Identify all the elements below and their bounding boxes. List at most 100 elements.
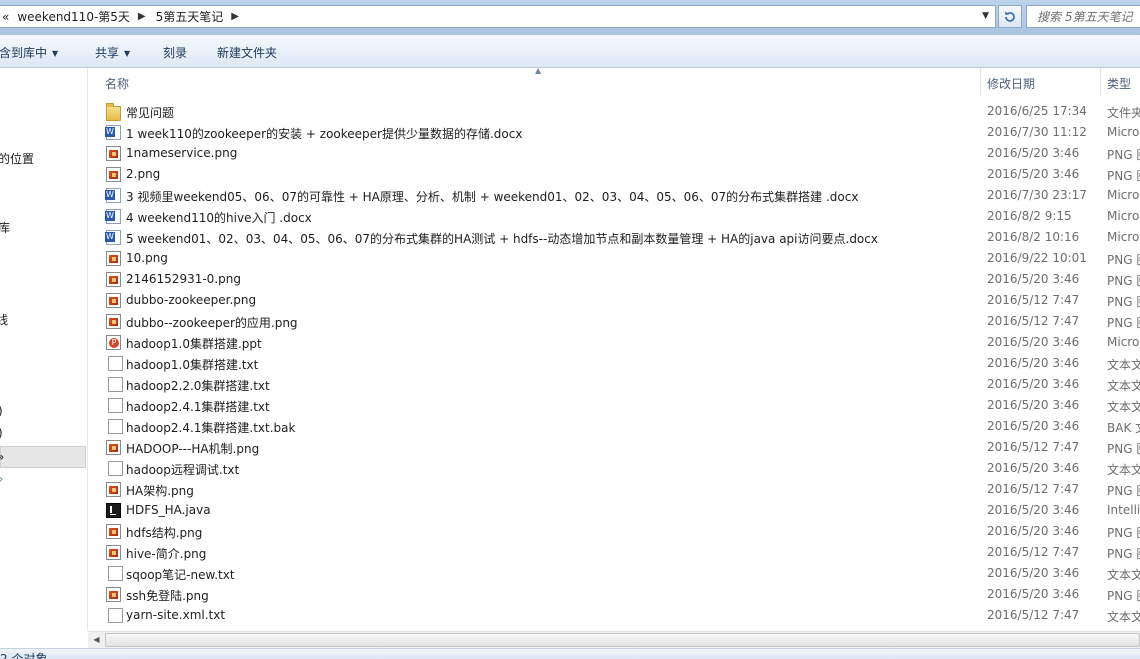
file-name: hdfs结构.png [126,526,203,540]
file-row[interactable]: ssh免登陆.png 2016/5/20 3:46 PNG 图 [88,584,1140,605]
file-type: Micro [1107,209,1140,223]
share-button[interactable]: 共享 ▼ [95,44,130,61]
folder-icon [106,103,121,121]
scroll-left-arrow-icon[interactable]: ◀ [90,634,103,646]
file-row[interactable]: 常见问题 2016/6/25 17:34 文件夹 [88,101,1140,122]
burn-button[interactable]: 刻录 [163,44,187,61]
breadcrumb-separator-icon[interactable]: ▶ [231,11,239,22]
include-in-library-button[interactable]: 包含到库中 ▼ [0,44,58,61]
file-name: 5 weekend01、02、03、04、05、06、07的分布式集群的HA测试… [126,232,878,246]
file-type: Micro [1107,125,1140,139]
file-row[interactable]: sqoop笔记-new.txt 2016/5/20 3:46 文本文 [88,563,1140,584]
file-row[interactable]: 1 week110的zookeeper的安装 + zookeeper提供少量数据… [88,122,1140,143]
file-name: 2146152931-0.png [126,272,241,286]
column-header-type[interactable]: 类型 [1107,75,1131,92]
file-row[interactable]: yarn-site.xml.txt 2016/5/12 7:47 文本文 [88,605,1140,626]
file-modified-date: 2016/5/12 7:47 [987,608,1080,622]
file-type: PNG 图 [1107,295,1140,309]
nav-item-network[interactable]: 线 [0,311,8,328]
file-row[interactable]: hdfs结构.png 2016/5/20 3:46 PNG 图 [88,521,1140,542]
refresh-button[interactable] [998,5,1022,28]
file-row[interactable]: 5 weekend01、02、03、04、05、06、07的分布式集群的HA测试… [88,227,1140,248]
file-row[interactable]: hadoop1.0集群搭建.ppt 2016/5/20 3:46 Micro [88,332,1140,353]
column-header-date[interactable]: 修改日期 [987,75,1035,92]
png-image-icon [106,272,121,287]
nav-overflow-chevron[interactable]: « [2,10,9,24]
column-divider[interactable] [980,68,981,96]
file-type: PNG 图 [1107,148,1140,162]
nav-item-drive-1[interactable]: ) [0,404,3,418]
word-doc-icon [105,188,121,203]
png-image-icon [106,293,121,308]
address-box[interactable]: « weekend110-第5天 ▶ 5第五天笔记 ▶ ▼ [0,5,996,28]
file-row[interactable]: 3 视频里weekend05、06、07的可靠性 + HA原理、分析、机制 + … [88,185,1140,206]
word-doc-icon [105,230,121,245]
file-row[interactable]: 1nameservice.png 2016/5/20 3:46 PNG 图 [88,143,1140,164]
file-type: Micro [1107,335,1140,349]
file-name: 常见问题 [126,106,175,120]
file-type: Micro [1107,230,1140,244]
file-modified-date: 2016/9/22 10:01 [987,251,1087,265]
search-input[interactable] [1037,7,1140,26]
file-modified-date: 2016/5/20 3:46 [987,566,1080,580]
png-image-icon [106,314,121,329]
command-toolbar: 包含到库中 ▼ 共享 ▼ 刻录 新建文件夹 [0,35,1140,68]
search-box[interactable] [1026,5,1140,28]
nav-item-drive-3[interactable]: » [0,450,4,464]
file-name: dubbo--zookeeper的应用.png [126,316,298,330]
address-dropdown-icon[interactable]: ▼ [982,11,989,21]
nav-item-drive-4[interactable]: » [0,472,3,486]
file-row[interactable]: hadoop2.4.1集群搭建.txt 2016/5/20 3:46 文本文 [88,395,1140,416]
file-row[interactable]: 2146152931-0.png 2016/5/20 3:46 PNG 图 [88,269,1140,290]
breadcrumb-notes-folder[interactable]: 5第五天笔记 [156,8,224,25]
breadcrumb-separator-icon[interactable]: ▶ [138,11,146,22]
file-name: hadoop2.4.1集群搭建.txt [126,400,270,414]
file-row[interactable]: hive-简介.png 2016/5/12 7:47 PNG 图 [88,542,1140,563]
file-row[interactable]: 4 weekend110的hive入门 .docx 2016/8/2 9:15 Mi… [88,206,1140,227]
file-row[interactable]: dubbo-zookeeper.png 2016/5/12 7:47 PNG 图 [88,290,1140,311]
file-modified-date: 2016/5/20 3:46 [987,587,1080,601]
file-modified-date: 2016/7/30 23:17 [987,188,1087,202]
file-name: hive-简介.png [126,547,207,561]
file-row[interactable]: hadoop2.2.0集群搭建.txt 2016/5/20 3:46 文本文 [88,374,1140,395]
png-image-icon [106,524,121,539]
ppt-file-icon [106,335,121,350]
nav-selected-item-highlight[interactable] [0,446,86,468]
breadcrumb-weekend110[interactable]: weekend110-第5天 [17,8,130,25]
new-folder-button[interactable]: 新建文件夹 [217,44,277,61]
file-row[interactable]: hadoop远程调试.txt 2016/5/20 3:46 文本文 [88,458,1140,479]
file-modified-date: 2016/5/12 7:47 [987,293,1080,307]
file-row[interactable]: dubbo--zookeeper的应用.png 2016/5/12 7:47 PNG… [88,311,1140,332]
nav-item-libraries[interactable]: 库 [0,219,10,236]
file-name: hadoop1.0集群搭建.txt [126,358,259,372]
file-modified-date: 2016/5/12 7:47 [987,545,1080,559]
column-header-name[interactable]: 名称 [105,75,129,92]
file-type: Intelli. [1107,503,1140,517]
text-file-icon [108,377,123,392]
nav-item-drive-2[interactable]: ) [0,426,3,440]
file-modified-date: 2016/5/20 3:46 [987,398,1080,412]
nav-item-recent-places[interactable]: 的位置 [0,150,34,167]
text-file-icon [108,608,123,623]
text-file-icon [108,398,123,413]
column-divider[interactable] [1100,68,1101,96]
file-name: hadoop2.2.0集群搭建.txt [126,379,270,393]
file-row[interactable]: 10.png 2016/9/22 10:01 PNG 图 [88,248,1140,269]
file-row[interactable]: HA架构.png 2016/5/12 7:47 PNG 图 [88,479,1140,500]
horizontal-scrollbar[interactable]: ◀ [88,631,1140,648]
file-name: 4 weekend110的hive入门 .docx [126,211,312,225]
file-modified-date: 2016/6/25 17:34 [987,104,1087,118]
scrollbar-thumb[interactable] [105,633,1140,647]
file-row[interactable]: hadoop1.0集群搭建.txt 2016/5/20 3:46 文本文 [88,353,1140,374]
file-modified-date: 2016/5/20 3:46 [987,461,1080,475]
file-row[interactable]: 2.png 2016/5/20 3:46 PNG 图 [88,164,1140,185]
burn-label: 刻录 [163,46,188,60]
file-name: HA架构.png [126,484,194,498]
file-row[interactable]: HADOOP---HA机制.png 2016/5/12 7:47 PNG 图 [88,437,1140,458]
file-row[interactable]: hadoop2.4.1集群搭建.txt.bak 2016/5/20 3:46 BAK… [88,416,1140,437]
file-row[interactable]: HDFS_HA.java 2016/5/20 3:46 Intelli. [88,500,1140,521]
file-type: PNG 图 [1107,526,1140,540]
share-label: 共享 [95,46,120,60]
file-name: HDFS_HA.java [126,503,211,517]
png-image-icon [106,251,121,266]
